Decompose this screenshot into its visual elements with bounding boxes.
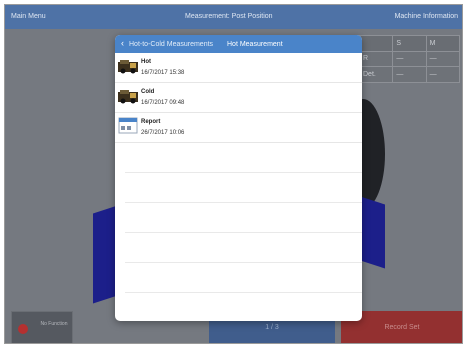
popover-title: Hot Measurement — [227, 41, 283, 48]
list-item-report[interactable]: Report 26/7/2017 10:06 — [115, 113, 362, 143]
table-cell: — — [392, 50, 427, 68]
measurement-list: Hot 16/7/2017 15:38 Cold 16/7/2017 09:48 — [115, 53, 362, 293]
list-item-hot[interactable]: Hot 16/7/2017 15:38 — [115, 53, 362, 83]
item-name: Cold — [141, 89, 155, 95]
popover-header: ‹ Hot-to-Cold Measurements Hot Measureme… — [115, 35, 362, 53]
item-date: 26/7/2017 10:06 — [141, 130, 185, 136]
table-header-cell: S — [392, 35, 427, 52]
empty-list-row — [125, 263, 362, 293]
list-item-cold[interactable]: Cold 16/7/2017 09:48 — [115, 83, 362, 113]
item-date: 16/7/2017 09:48 — [141, 100, 185, 106]
empty-list-row — [125, 173, 362, 203]
report-icon — [118, 117, 138, 134]
item-date: 16/7/2017 15:38 — [141, 70, 185, 76]
vehicle-icon — [118, 60, 138, 74]
empty-list-row — [125, 233, 362, 263]
no-function-button[interactable]: No Function — [11, 311, 73, 343]
chevron-left-icon[interactable]: ‹ — [121, 39, 124, 48]
table-cell: — — [425, 50, 461, 68]
item-name: Hot — [141, 59, 151, 65]
top-bar: Main Menu Measurement: Post Position Mac… — [5, 5, 462, 29]
measurement-popover: ‹ Hot-to-Cold Measurements Hot Measureme… — [115, 35, 362, 321]
record-icon — [18, 324, 28, 334]
table-header-cell — [358, 35, 394, 52]
table-cell: — — [425, 66, 461, 83]
machine-info-button[interactable]: Machine Information — [395, 13, 458, 20]
table-cell: Det. — [358, 66, 394, 83]
vehicle-icon — [118, 90, 138, 104]
item-name: Report — [141, 119, 161, 125]
table-cell: R — [358, 50, 394, 68]
table-header-cell: M — [425, 35, 461, 52]
app-window: Main Menu Measurement: Post Position Mac… — [4, 4, 463, 344]
empty-list-row — [125, 203, 362, 233]
main-menu-button[interactable]: Main Menu — [11, 13, 46, 20]
table-cell: — — [392, 66, 427, 83]
back-button[interactable]: Hot-to-Cold Measurements — [129, 41, 213, 48]
tolerance-table: S M R — — Det. — — — [358, 35, 461, 83]
empty-list-row — [125, 143, 362, 173]
screen-title: Measurement: Post Position — [185, 13, 273, 20]
no-function-label: No Function — [40, 321, 68, 327]
